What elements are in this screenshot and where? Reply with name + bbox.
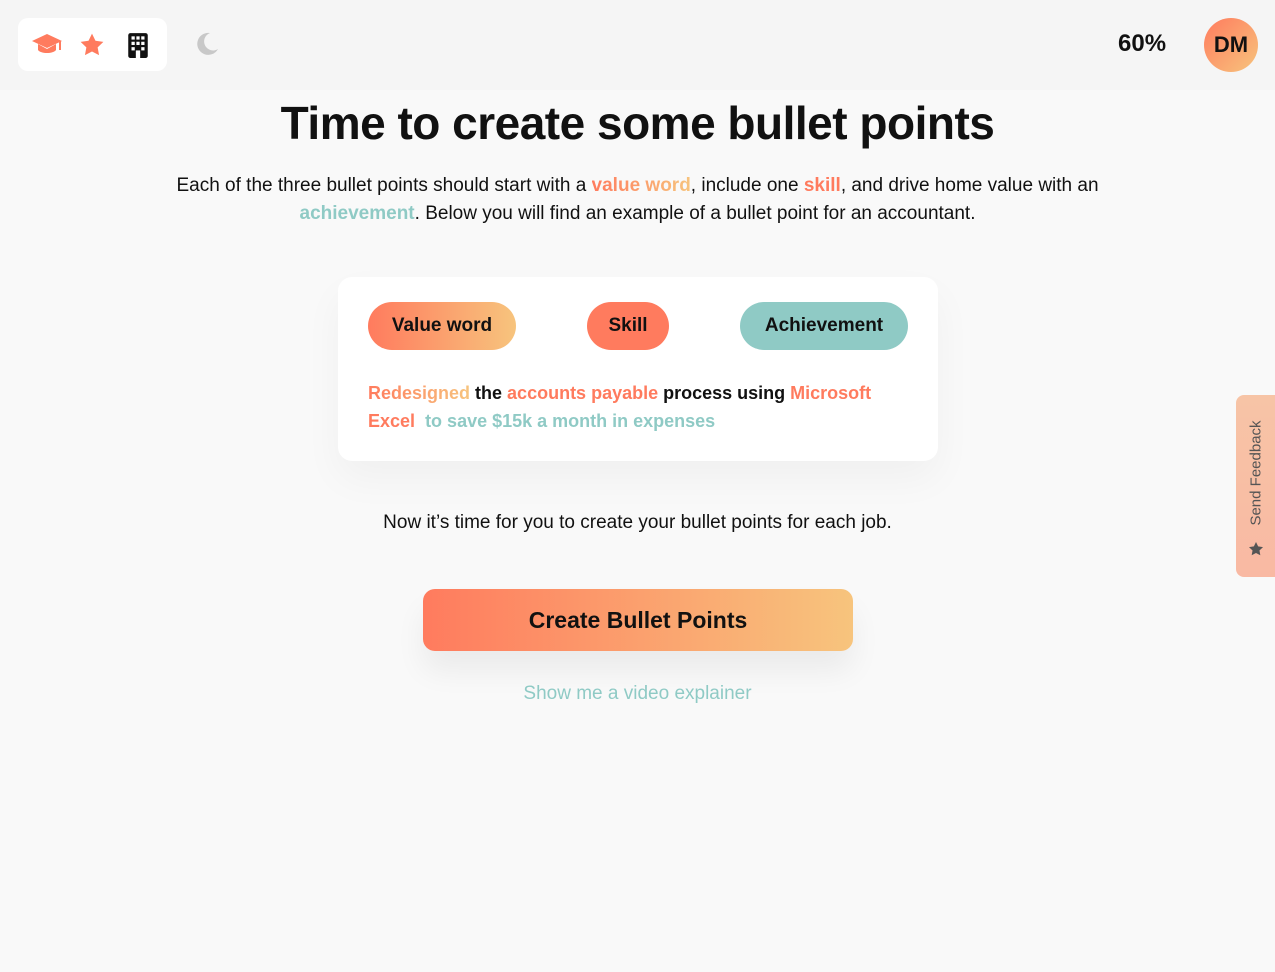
send-feedback-label: Send Feedback [1247,420,1264,526]
send-feedback-tab[interactable]: Send Feedback [1236,395,1275,577]
graduation-cap-icon[interactable] [30,28,64,62]
progress-percentage: 60% [1118,30,1167,57]
instruction-text: Now it’s time for you to create your bul… [383,512,892,533]
intro-value-word: value word [591,175,691,196]
example-skill: accounts payable [507,383,659,403]
example-value-word: Redesigned [368,383,471,403]
example-achievement: to save $15k a month in expenses [425,411,716,431]
video-explainer-link[interactable]: Show me a video explainer [0,683,1275,705]
feedback-star-icon [1248,541,1264,557]
top-bar: 60% DM [0,0,1275,90]
skill-chip: Skill [587,302,669,350]
section-nav [18,18,167,71]
example-card: Value word Skill Achievement Redesigned … [338,277,938,461]
value-word-chip: Value word [368,302,516,350]
star-icon[interactable] [75,28,109,62]
example-bullet-point: Redesigned the accounts payable process … [368,383,872,431]
intro-text: Each of the three bullet points should s… [176,175,1099,224]
intro-achievement: achievement [299,203,415,224]
achievement-chip: Achievement [740,302,908,350]
page-title: Time to create some bullet points [280,97,995,149]
moon-icon[interactable] [193,30,221,58]
avatar[interactable]: DM [1204,18,1258,72]
intro-skill: skill [803,175,841,196]
building-icon[interactable] [121,28,155,62]
create-bullet-points-button[interactable]: Create Bullet Points [423,589,853,651]
